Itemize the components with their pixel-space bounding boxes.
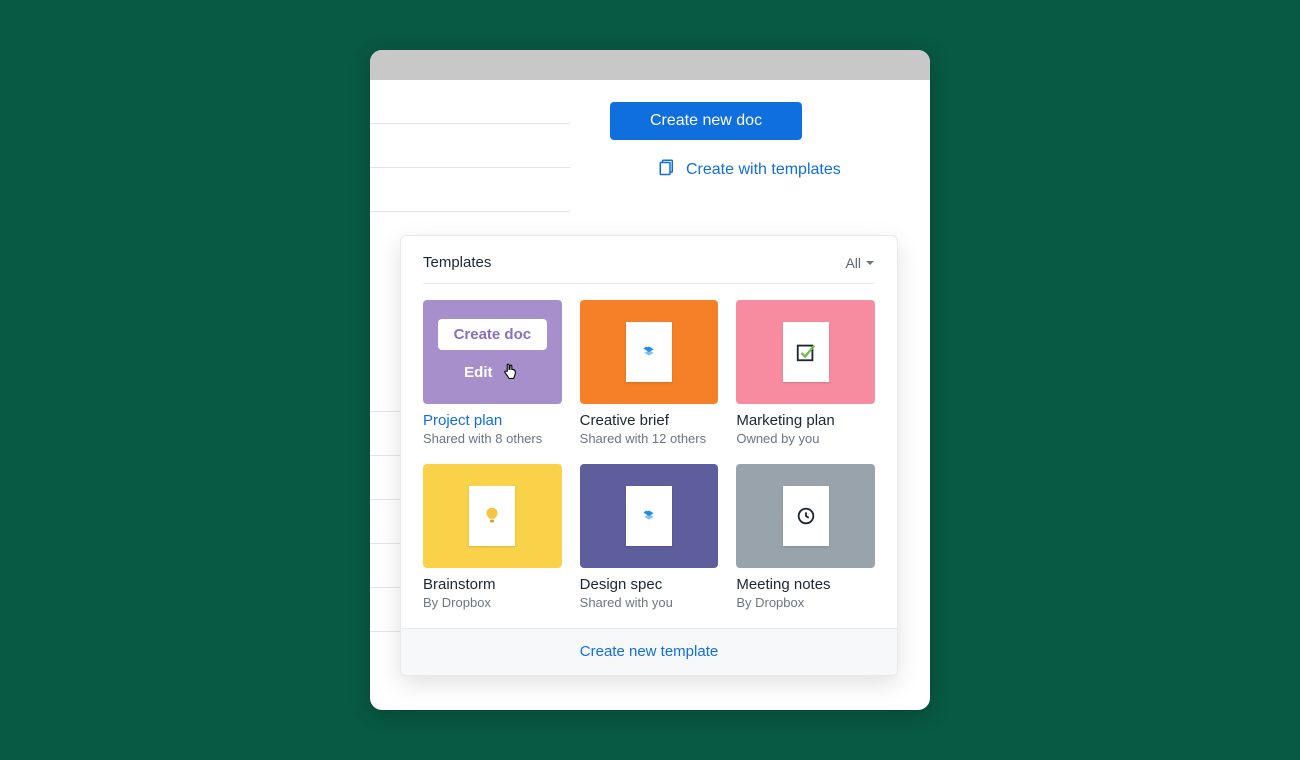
doc-page-icon: [469, 486, 515, 546]
create-with-templates-label: Create with templates: [686, 161, 841, 179]
create-doc-from-template-button[interactable]: Create doc: [438, 319, 548, 350]
template-title: Project plan: [423, 412, 562, 429]
edit-label: Edit: [464, 364, 492, 381]
templates-filter-dropdown[interactable]: All: [845, 255, 875, 271]
doc-page-icon: [626, 486, 672, 546]
create-new-doc-button[interactable]: Create new doc: [610, 102, 802, 140]
pointer-cursor-icon: [499, 360, 521, 386]
chevron-down-icon: [865, 255, 875, 271]
template-hover-overlay: Create doc Edit: [423, 300, 562, 404]
template-subtitle: Owned by you: [736, 431, 875, 446]
templates-grid: Create doc Edit Project plan Shared with 8 …: [401, 284, 897, 628]
template-thumbnail: [580, 300, 719, 404]
template-title: Creative brief: [580, 412, 719, 429]
template-thumbnail: [736, 464, 875, 568]
app-window: Create new doc Create with templates Tem…: [370, 50, 930, 710]
doc-page-icon: [783, 486, 829, 546]
doc-page-icon: [783, 322, 829, 382]
template-title: Brainstorm: [423, 576, 562, 593]
template-subtitle: By Dropbox: [736, 595, 875, 610]
create-new-template-link[interactable]: Create new template: [580, 643, 718, 660]
template-card[interactable]: Brainstorm By Dropbox: [423, 464, 562, 610]
template-thumbnail: [580, 464, 719, 568]
template-card[interactable]: Creative brief Shared with 12 others: [580, 300, 719, 446]
window-titlebar: [370, 50, 930, 80]
template-card[interactable]: Design spec Shared with you: [580, 464, 719, 610]
template-subtitle: Shared with 8 others: [423, 431, 562, 446]
template-subtitle: Shared with 12 others: [580, 431, 719, 446]
doc-page-icon: [626, 322, 672, 382]
template-subtitle: By Dropbox: [423, 595, 562, 610]
create-with-templates-link[interactable]: Create with templates: [658, 158, 841, 181]
template-title: Meeting notes: [736, 576, 875, 593]
templates-heading: Templates: [423, 254, 491, 271]
template-subtitle: Shared with you: [580, 595, 719, 610]
template-thumbnail: [736, 300, 875, 404]
template-title: Design spec: [580, 576, 719, 593]
template-thumbnail: Create doc Edit: [423, 300, 562, 404]
template-thumbnail: [423, 464, 562, 568]
template-card[interactable]: Create doc Edit Project plan Shared with 8 …: [423, 300, 562, 446]
templates-panel: Templates All Create doc Edit Project plan…: [400, 235, 898, 676]
edit-template-button[interactable]: Edit: [464, 360, 520, 386]
template-card[interactable]: Meeting notes By Dropbox: [736, 464, 875, 610]
filter-label: All: [845, 255, 861, 271]
template-title: Marketing plan: [736, 412, 875, 429]
template-card[interactable]: Marketing plan Owned by you: [736, 300, 875, 446]
templates-icon: [658, 158, 676, 181]
